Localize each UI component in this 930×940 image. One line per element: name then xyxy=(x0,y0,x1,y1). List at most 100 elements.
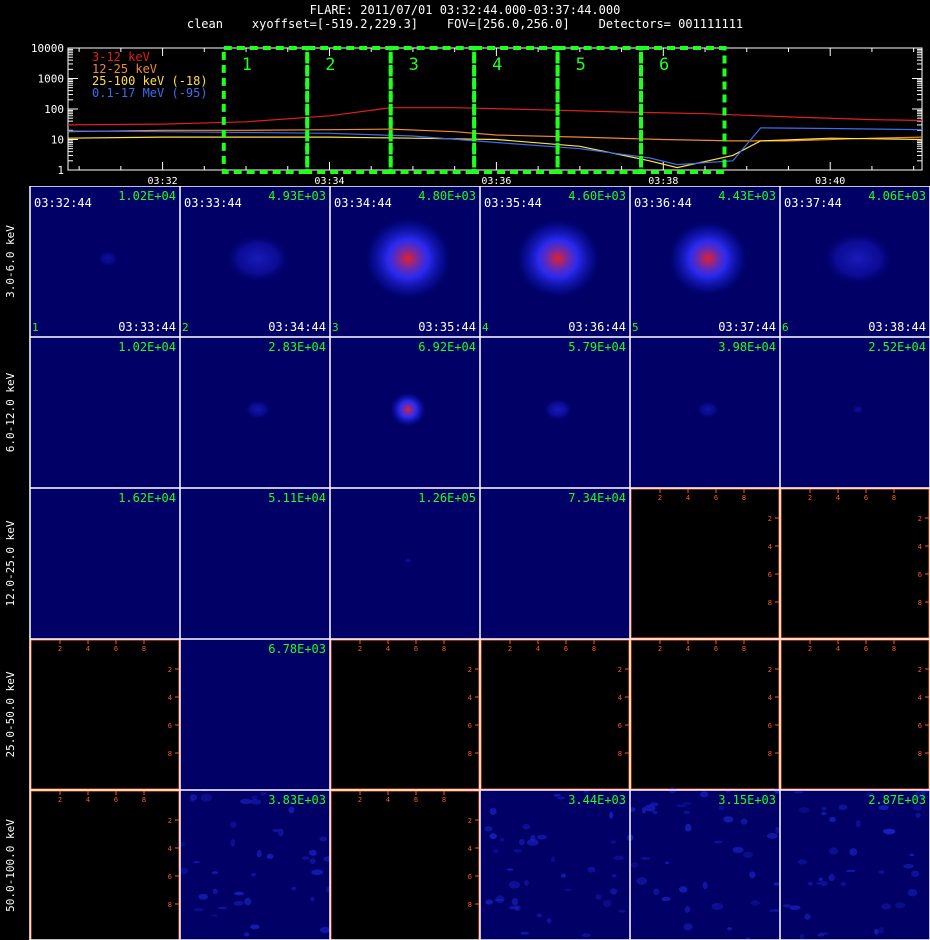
empty-axis-tick-label: 6 xyxy=(918,571,922,579)
y-tick-label: 100 xyxy=(44,103,64,116)
panel-interval-number: 6 xyxy=(782,321,789,334)
empty-axis-tick-label: 2 xyxy=(918,666,922,674)
panel-max-value: 4.93E+03 xyxy=(268,189,326,203)
noise-speckle xyxy=(520,931,530,935)
image-panel xyxy=(30,488,180,639)
noise-speckle xyxy=(664,861,670,865)
empty-axis-tick-label: 4 xyxy=(768,543,772,551)
empty-axis-tick-label: 6 xyxy=(168,873,172,881)
noise-speckle xyxy=(821,811,827,816)
noise-speckle xyxy=(828,873,835,882)
empty-panel xyxy=(630,639,780,790)
noise-speckle xyxy=(311,869,324,876)
y-tick-label: 1000 xyxy=(38,73,65,86)
empty-axis-tick-label: 8 xyxy=(742,645,746,653)
noise-speckle xyxy=(211,914,218,917)
interval-label: 3 xyxy=(409,55,419,75)
empty-axis-tick-label: 6 xyxy=(468,873,472,881)
image-panel xyxy=(180,488,330,639)
noise-speckle xyxy=(244,897,252,906)
empty-axis-tick-label: 2 xyxy=(358,645,362,653)
interval-label: 1 xyxy=(242,55,252,75)
empty-axis-tick-label: 6 xyxy=(714,645,718,653)
noise-speckle xyxy=(740,818,748,825)
noise-speckle xyxy=(652,810,658,815)
interval-label: 4 xyxy=(492,55,502,75)
noise-speckle xyxy=(636,877,648,885)
interval-box xyxy=(305,46,393,174)
noise-speckle xyxy=(915,812,921,818)
noise-speckle xyxy=(233,900,244,906)
noise-speckle xyxy=(602,899,612,908)
panel-max-value: 1.02E+04 xyxy=(118,189,176,203)
noise-speckle xyxy=(874,928,879,935)
noise-speckle xyxy=(895,902,906,909)
noise-speckle xyxy=(200,793,213,802)
noise-speckle xyxy=(553,793,561,797)
noise-speckle xyxy=(808,881,814,886)
source-emission xyxy=(514,217,602,300)
noise-speckle xyxy=(610,888,618,895)
empty-axis-tick-label: 8 xyxy=(892,645,896,653)
noise-speckle xyxy=(176,842,186,847)
noise-speckle xyxy=(702,881,708,890)
empty-axis-tick-label: 8 xyxy=(468,750,472,758)
empty-axis-tick-label: 2 xyxy=(168,666,172,674)
image-panel xyxy=(180,639,330,790)
empty-axis-tick-label: 2 xyxy=(468,817,472,825)
panel-max-value: 4.80E+03 xyxy=(418,189,476,203)
empty-axis-tick-label: 6 xyxy=(564,645,568,653)
noise-speckle xyxy=(240,798,252,805)
noise-speckle xyxy=(846,869,856,873)
interval-box xyxy=(388,46,477,174)
noise-speckle xyxy=(198,893,208,900)
noise-speckle xyxy=(489,807,497,816)
empty-axis-tick-label: 4 xyxy=(386,645,390,653)
empty-axis-tick-label: 8 xyxy=(468,901,472,909)
empty-axis-tick-label: 4 xyxy=(618,694,622,702)
empty-axis-tick-label: 4 xyxy=(468,845,472,853)
empty-axis-tick-label: 2 xyxy=(918,515,922,523)
noise-speckle xyxy=(319,836,328,842)
noise-speckle xyxy=(907,888,918,897)
interval-box xyxy=(639,46,727,174)
noise-speckle xyxy=(640,857,651,860)
noise-speckle xyxy=(699,791,709,798)
panel-start-time: 03:33:44 xyxy=(184,196,242,210)
panel-interval-number: 1 xyxy=(32,321,39,334)
noise-speckle xyxy=(218,906,228,910)
noise-speckle xyxy=(230,821,237,829)
noise-speckle xyxy=(732,846,744,854)
empty-panel xyxy=(780,488,930,639)
noise-speckle xyxy=(878,927,885,934)
panel-max-value: 4.60E+03 xyxy=(568,189,626,203)
image-grid: 3.0-6.0 keV 6.0-12.0 keV 12.0-25.0 keV 25.0… xyxy=(4,186,930,940)
empty-axis-tick-label: 4 xyxy=(168,694,172,702)
noise-speckle xyxy=(243,932,250,937)
noise-speckle xyxy=(644,804,656,812)
noise-speckle xyxy=(492,848,499,854)
empty-axis-tick-label: 4 xyxy=(686,494,690,502)
noise-speckle xyxy=(508,906,519,910)
source-emission xyxy=(363,215,453,302)
noise-speckle xyxy=(518,838,525,846)
empty-axis-tick-label: 2 xyxy=(768,666,772,674)
panel-max-value: 1.02E+04 xyxy=(118,340,176,354)
panel-end-time: 03:36:44 xyxy=(568,320,626,334)
noise-speckle xyxy=(817,933,825,937)
figure-subtitle: clean xyoffset=[-519.2,229.3] FOV=[256.0… xyxy=(186,17,744,31)
empty-axis-tick-label: 8 xyxy=(168,901,172,909)
series-line xyxy=(67,127,923,166)
empty-axis-tick-label: 2 xyxy=(808,645,812,653)
noise-speckle xyxy=(536,834,548,840)
empty-axis-tick-label: 2 xyxy=(358,796,362,804)
noise-speckle xyxy=(911,870,920,877)
empty-axis-tick-label: 6 xyxy=(714,494,718,502)
source-emission xyxy=(666,219,750,298)
x-tick-label: 03:34 xyxy=(314,176,344,186)
noise-speckle xyxy=(775,826,780,834)
empty-axis-tick-label: 6 xyxy=(114,796,118,804)
panel-end-time: 03:33:44 xyxy=(118,320,176,334)
noise-speckle xyxy=(278,828,284,837)
x-tick-label: 03:32 xyxy=(148,176,178,186)
